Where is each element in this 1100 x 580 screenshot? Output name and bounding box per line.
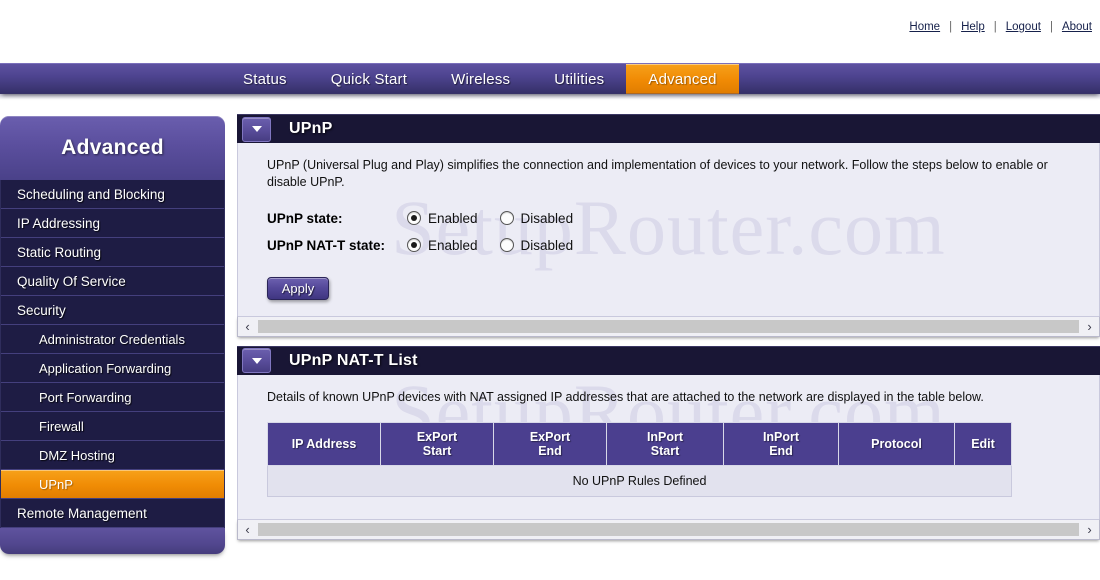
nav-tab-utilities[interactable]: Utilities [532, 64, 626, 94]
column-line-1: ExPort [529, 429, 571, 444]
scroll-right-arrow-icon[interactable]: › [1080, 317, 1099, 335]
content-area: UPnP SetupRouter.com UPnP (Universal Plu… [237, 114, 1100, 549]
sidebar-item-firewall[interactable]: Firewall [1, 412, 224, 441]
radio-button[interactable] [407, 238, 421, 253]
column-export-start: ExPort Start [380, 421, 494, 466]
nav-shadow [0, 93, 1100, 100]
upnp-nat-t-state-label: UPnP NAT-T state: [267, 237, 386, 253]
upnp-description: UPnP (Universal Plug and Play) simplifie… [267, 158, 1048, 189]
sidebar: Advanced Scheduling and Blocking IP Addr… [0, 116, 225, 554]
upnp-panel-title: UPnP [289, 120, 333, 137]
column-line-1: InPort [762, 429, 800, 444]
nat-t-panel-horizontal-scrollbar[interactable]: ‹ › [237, 518, 1100, 540]
radio-button[interactable] [499, 211, 514, 226]
column-line-2: End [769, 443, 793, 458]
sidebar-item-application-forwarding[interactable]: Application Forwarding [1, 354, 224, 383]
upnp-panel-header: UPnP [237, 114, 1100, 143]
nav-tab-advanced[interactable]: Advanced [626, 64, 739, 94]
nat-t-table-wrap: IP Address ExPort Start ExPort End InPor… [238, 406, 1099, 519]
link-logout[interactable]: Logout [997, 21, 1050, 33]
upnp-nat-t-enabled-option[interactable]: Enabled [407, 238, 478, 253]
column-line-1: ExPort [416, 429, 458, 444]
column-protocol: Protocol [838, 421, 955, 466]
sidebar-item-dmz-hosting[interactable]: DMZ Hosting [1, 441, 224, 470]
chevron-down-icon [251, 126, 262, 132]
link-help[interactable]: Help [952, 21, 994, 33]
upnp-panel-horizontal-scrollbar[interactable]: ‹ › [237, 315, 1100, 337]
upnp-nat-t-state-row: UPnP NAT-T state: Enabled Disabled [267, 232, 1099, 259]
nat-t-panel-body: SetupRouter.com Details of known UPnP de… [237, 374, 1100, 519]
sidebar-header: Advanced [0, 116, 225, 180]
upnp-state-disabled-option[interactable]: Disabled [499, 210, 574, 226]
apply-button[interactable]: Apply [267, 276, 329, 300]
sidebar-item-administrator-credentials[interactable]: Administrator Credentials [1, 325, 224, 354]
upnp-nat-t-disabled-option[interactable]: Disabled [499, 237, 574, 253]
column-line-2: End [538, 443, 562, 458]
nav-tab-status[interactable]: Status [221, 64, 309, 94]
chevron-down-icon [251, 357, 262, 364]
upnp-panel: UPnP SetupRouter.com UPnP (Universal Plu… [237, 114, 1100, 337]
scroll-left-arrow-icon[interactable]: ‹ [238, 520, 257, 538]
scroll-left-arrow-icon[interactable]: ‹ [238, 317, 257, 335]
nat-t-panel-header: UPnP NAT-T List [237, 345, 1100, 375]
scroll-thumb[interactable] [258, 522, 1079, 536]
nat-t-list-panel: UPnP NAT-T List SetupRouter.com Details … [237, 345, 1100, 540]
upnp-form: UPnP state: Enabled Disabled UPnP NAT-T … [238, 191, 1099, 259]
apply-button-wrap: Apply [238, 259, 1099, 316]
empty-table-message: No UPnP Rules Defined [267, 464, 1012, 497]
radio-label: Enabled [428, 237, 478, 253]
upnp-state-label: UPnP state: [267, 210, 343, 226]
column-inport-start: InPort Start [606, 421, 724, 466]
sidebar-item-ip-addressing[interactable]: IP Addressing [1, 209, 224, 238]
link-about[interactable]: About [1053, 21, 1092, 33]
upnp-state-enabled-option[interactable]: Enabled [407, 211, 478, 226]
column-ip-address: IP Address [267, 421, 381, 466]
sidebar-item-security[interactable]: Security [1, 296, 224, 325]
sidebar-item-remote-management[interactable]: Remote Management [1, 499, 224, 528]
nav-tab-wireless[interactable]: Wireless [429, 64, 532, 94]
nat-t-table: IP Address ExPort Start ExPort End InPor… [267, 421, 1012, 497]
nat-t-description: Details of known UPnP devices with NAT a… [267, 389, 984, 404]
column-line-2: Start [422, 443, 452, 458]
table-row: No UPnP Rules Defined [267, 464, 1012, 497]
link-home[interactable]: Home [900, 21, 949, 33]
radio-label: Enabled [428, 210, 478, 226]
upnp-nat-t-radio-group: Enabled Disabled [407, 238, 595, 253]
nav-tab-quick-start[interactable]: Quick Start [309, 64, 429, 94]
radio-button[interactable] [407, 211, 421, 226]
column-inport-end: InPort End [723, 421, 839, 466]
sidebar-footer [0, 528, 225, 554]
sidebar-menu: Scheduling and Blocking IP Addressing St… [0, 180, 225, 528]
radio-label: Disabled [520, 237, 574, 253]
radio-label: Disabled [520, 210, 574, 226]
sidebar-item-static-routing[interactable]: Static Routing [1, 238, 224, 267]
sidebar-item-quality-of-service[interactable]: Quality Of Service [1, 267, 224, 296]
table-header-row: IP Address ExPort Start ExPort End InPor… [267, 421, 1012, 466]
collapse-toggle-button[interactable] [242, 116, 271, 142]
column-line-1: InPort [646, 429, 684, 444]
nat-t-panel-title: UPnP NAT-T List [289, 351, 418, 369]
sidebar-item-scheduling-and-blocking[interactable]: Scheduling and Blocking [1, 180, 224, 209]
scroll-right-arrow-icon[interactable]: › [1080, 520, 1099, 538]
upnp-panel-body: SetupRouter.com UPnP (Universal Plug and… [237, 143, 1100, 316]
upnp-state-row: UPnP state: Enabled Disabled [267, 205, 1099, 232]
column-edit: Edit [954, 421, 1012, 466]
upnp-state-radio-group: Enabled Disabled [407, 211, 595, 226]
scroll-thumb[interactable] [258, 319, 1079, 333]
main-navigation-bar: Status Quick Start Wireless Utilities Ad… [0, 63, 1100, 94]
sidebar-item-upnp[interactable]: UPnP [1, 470, 224, 499]
sidebar-item-port-forwarding[interactable]: Port Forwarding [1, 383, 224, 412]
column-line-2: Start [650, 443, 680, 458]
column-export-end: ExPort End [493, 421, 607, 466]
sidebar-title: Advanced [61, 136, 164, 159]
utility-links: Home | Help | Logout | About [900, 21, 1092, 33]
radio-button[interactable] [499, 238, 514, 253]
collapse-toggle-button[interactable] [242, 348, 271, 374]
